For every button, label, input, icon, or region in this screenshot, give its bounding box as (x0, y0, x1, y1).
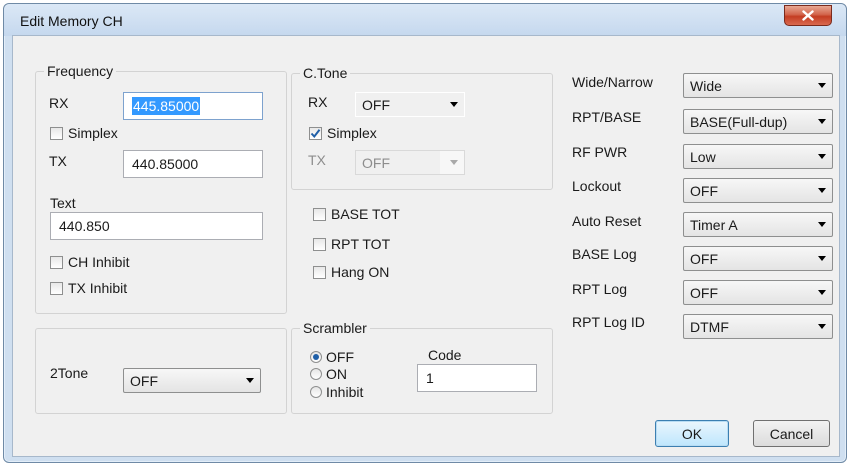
hang-on-label: Hang ON (331, 264, 390, 280)
freq-simplex-checkbox[interactable]: Simplex (50, 125, 118, 141)
scrambler-code-value: 1 (426, 370, 434, 386)
setting-label-rf-pwr: RF PWR (572, 144, 628, 160)
lockout-value: OFF (690, 182, 718, 199)
scrambler-group-title: Scrambler (300, 320, 370, 336)
freq-text-input[interactable]: 440.850 (50, 212, 263, 240)
wide-narrow-select[interactable]: Wide (683, 73, 833, 98)
base-tot-label: BASE TOT (331, 206, 400, 222)
chevron-down-icon (818, 222, 826, 227)
ch-inhibit-label: CH Inhibit (68, 254, 130, 270)
ctone-rx-label: RX (308, 94, 328, 110)
wide-narrow-value: Wide (690, 77, 722, 94)
freq-tx-value: 440.85000 (132, 156, 199, 172)
auto-reset-value: Timer A (690, 216, 738, 233)
setting-label-base-log: BASE Log (572, 246, 637, 262)
scrambler-on-label: ON (326, 366, 347, 382)
rf-pwr-value: Low (690, 148, 716, 165)
rpt-log-value: OFF (690, 284, 718, 301)
twotone-select[interactable]: OFF (123, 368, 261, 393)
scrambler-inhibit-dot (310, 386, 322, 398)
scrambler-inhibit-label: Inhibit (326, 384, 364, 400)
tx-inhibit-checkbox[interactable]: TX Inhibit (50, 280, 127, 296)
setting-label-lockout: Lockout (572, 178, 622, 194)
scrambler-off-radio[interactable]: OFF (310, 349, 354, 365)
scrambler-inhibit-radio[interactable]: Inhibit (310, 384, 363, 400)
tx-inhibit-label: TX Inhibit (68, 280, 128, 296)
rpt-tot-box (313, 237, 326, 251)
freq-rx-value: 445.85000 (132, 97, 201, 115)
chevron-down-icon (818, 83, 826, 88)
ctone-group-title: C.Tone (300, 65, 351, 81)
chevron-down-icon (246, 378, 254, 383)
ch-inhibit-checkbox[interactable]: CH Inhibit (50, 254, 129, 270)
scrambler-off-dot (310, 351, 322, 363)
title-bar[interactable]: Edit Memory CH (4, 4, 846, 36)
base-tot-checkbox[interactable]: BASE TOT (313, 206, 400, 222)
auto-reset-select[interactable]: Timer A (683, 212, 833, 237)
freq-simplex-box (50, 126, 63, 140)
freq-tx-label: TX (49, 153, 67, 169)
twotone-value: OFF (130, 372, 158, 389)
ctone-simplex-checkbox[interactable]: Simplex (309, 125, 377, 141)
chevron-down-icon (818, 324, 826, 329)
hang-on-box (313, 265, 326, 279)
ch-inhibit-box (50, 255, 63, 269)
window-title: Edit Memory CH (20, 13, 123, 29)
chevron-down-icon (818, 256, 826, 261)
ctone-rx-value: OFF (362, 96, 390, 113)
scrambler-off-label: OFF (326, 349, 354, 365)
ctone-simplex-box (309, 126, 322, 140)
twotone-label: 2Tone (50, 365, 89, 381)
base-log-select[interactable]: OFF (683, 246, 833, 271)
rpt-base-select[interactable]: BASE(Full-dup) (683, 109, 833, 134)
scrambler-on-dot (310, 368, 322, 380)
rpt-base-value: BASE(Full-dup) (690, 113, 788, 130)
freq-text-label: Text (50, 195, 76, 211)
scrambler-code-label: Code (428, 347, 462, 363)
chevron-down-icon (450, 160, 458, 165)
setting-label-wide-narrow: Wide/Narrow (572, 74, 653, 90)
scrambler-code-input[interactable]: 1 (417, 364, 537, 392)
freq-tx-input[interactable]: 440.85000 (123, 150, 263, 178)
chevron-down-icon (818, 154, 826, 159)
close-button[interactable] (784, 5, 832, 26)
setting-label-rpt-base: RPT/BASE (572, 109, 642, 125)
rf-pwr-select[interactable]: Low (683, 144, 833, 169)
chevron-down-icon (818, 119, 826, 124)
setting-label-rpt-log-id: RPT Log ID (572, 314, 645, 330)
setting-label-auto-reset: Auto Reset (572, 213, 642, 229)
close-icon (802, 10, 814, 21)
radio-selected-icon (313, 354, 319, 360)
rpt-log-id-select[interactable]: DTMF (683, 314, 833, 339)
freq-simplex-label: Simplex (68, 125, 118, 141)
rpt-tot-label: RPT TOT (331, 236, 391, 252)
freq-rx-input[interactable]: 445.85000 (123, 92, 263, 120)
scrambler-on-radio[interactable]: ON (310, 366, 347, 382)
cancel-button[interactable]: Cancel (753, 420, 830, 447)
chevron-down-icon (818, 188, 826, 193)
setting-label-rpt-log: RPT Log (572, 281, 627, 297)
chevron-down-icon (818, 290, 826, 295)
freq-rx-label: RX (49, 95, 69, 111)
tx-inhibit-box (50, 281, 63, 295)
ctone-tx-label: TX (308, 152, 326, 168)
check-icon (310, 128, 321, 138)
ctone-rx-select[interactable]: OFF (355, 92, 465, 117)
rpt-log-id-value: DTMF (690, 318, 729, 335)
base-tot-box (313, 207, 326, 221)
hang-on-checkbox[interactable]: Hang ON (313, 264, 389, 280)
freq-text-value: 440.850 (59, 218, 110, 234)
base-log-value: OFF (690, 250, 718, 267)
rpt-tot-checkbox[interactable]: RPT TOT (313, 236, 390, 252)
ctone-tx-value: OFF (362, 154, 390, 171)
rpt-log-select[interactable]: OFF (683, 280, 833, 305)
ok-button[interactable]: OK (655, 420, 729, 447)
lockout-select[interactable]: OFF (683, 178, 833, 203)
chevron-down-icon (450, 102, 458, 107)
ctone-simplex-label: Simplex (327, 125, 377, 141)
ctone-tx-select[interactable]: OFF (355, 150, 465, 175)
frequency-group-title: Frequency (44, 63, 117, 79)
dialog-client-area: Frequency RX 445.85000 Simplex TX 440.85… (12, 35, 840, 457)
dialog-window: Edit Memory CH Frequency RX 445.85000 Si… (3, 3, 847, 463)
